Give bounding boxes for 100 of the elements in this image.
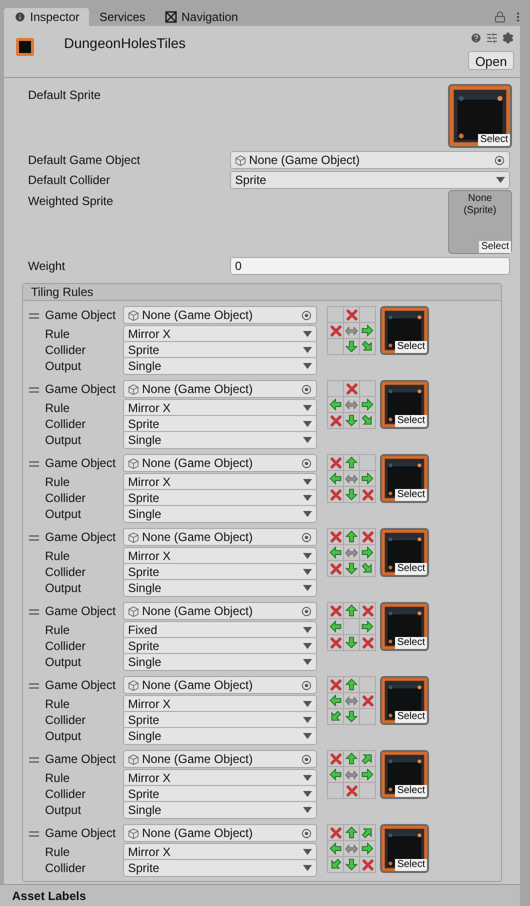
neighbor-cell[interactable] bbox=[360, 603, 376, 619]
neighbor-cell[interactable] bbox=[344, 619, 360, 635]
neighbor-cell[interactable] bbox=[344, 339, 360, 355]
open-button[interactable]: Open bbox=[468, 51, 514, 70]
neighbor-cell[interactable] bbox=[360, 561, 376, 577]
neighbor-cell[interactable] bbox=[328, 455, 344, 471]
neighbor-cell[interactable] bbox=[360, 397, 376, 413]
drag-handle-icon[interactable] bbox=[29, 313, 39, 319]
neighbor-cell[interactable] bbox=[328, 767, 344, 783]
neighbor-cell[interactable] bbox=[328, 323, 344, 339]
object-field[interactable]: None (Game Object) bbox=[123, 380, 317, 398]
neighbor-cell[interactable] bbox=[344, 307, 360, 323]
neighbor-cell[interactable] bbox=[360, 635, 376, 651]
object-field[interactable]: None (Game Object) bbox=[123, 824, 317, 842]
lock-icon[interactable] bbox=[494, 11, 506, 23]
drag-handle-icon[interactable] bbox=[29, 757, 39, 763]
neighbor-cell[interactable] bbox=[360, 619, 376, 635]
neighbor-cell[interactable] bbox=[328, 635, 344, 651]
object-field[interactable]: None (Game Object) bbox=[123, 306, 317, 324]
neighbor-cell[interactable] bbox=[328, 307, 344, 323]
neighbor-cell[interactable] bbox=[360, 751, 376, 767]
sprite-slot[interactable]: None (Sprite) Select bbox=[448, 190, 512, 254]
neighbor-cell[interactable] bbox=[328, 561, 344, 577]
select-button[interactable]: Select bbox=[395, 859, 427, 871]
dropdown[interactable]: Sprite bbox=[230, 171, 510, 189]
neighbor-cell[interactable] bbox=[328, 857, 344, 873]
dropdown[interactable]: Single bbox=[123, 653, 317, 671]
dropdown[interactable]: Single bbox=[123, 727, 317, 745]
target-icon[interactable] bbox=[301, 384, 312, 394]
sliders-icon[interactable] bbox=[486, 32, 498, 44]
dropdown[interactable]: Sprite bbox=[123, 859, 317, 877]
neighbor-cell[interactable] bbox=[344, 677, 360, 693]
neighbor-cell[interactable] bbox=[328, 413, 344, 429]
select-button[interactable]: Select bbox=[395, 489, 427, 501]
neighbor-cell[interactable] bbox=[344, 561, 360, 577]
tab[interactable]: Inspector bbox=[4, 8, 90, 26]
neighbor-cell[interactable] bbox=[328, 381, 344, 397]
select-button[interactable]: Select bbox=[395, 563, 427, 575]
object-field[interactable]: None (Game Object) bbox=[230, 151, 510, 169]
drag-handle-icon[interactable] bbox=[29, 831, 39, 837]
neighbor-cell[interactable] bbox=[360, 841, 376, 857]
neighbor-cell[interactable] bbox=[344, 693, 360, 709]
neighbor-cell[interactable] bbox=[344, 397, 360, 413]
neighbor-cell[interactable] bbox=[360, 381, 376, 397]
neighbor-cell[interactable] bbox=[344, 751, 360, 767]
neighbor-cell[interactable] bbox=[360, 487, 376, 503]
neighbor-cell[interactable] bbox=[328, 487, 344, 503]
dropdown[interactable]: Single bbox=[123, 801, 317, 819]
asset-labels-bar[interactable]: Asset Labels bbox=[0, 884, 520, 906]
select-button[interactable]: Select bbox=[395, 415, 427, 427]
neighbor-cell[interactable] bbox=[328, 397, 344, 413]
select-button[interactable]: Select bbox=[395, 785, 427, 797]
drag-handle-icon[interactable] bbox=[29, 609, 39, 615]
neighbor-cell[interactable] bbox=[360, 455, 376, 471]
neighbor-cell[interactable] bbox=[328, 693, 344, 709]
drag-handle-icon[interactable] bbox=[29, 461, 39, 467]
neighbor-cell[interactable] bbox=[328, 619, 344, 635]
dropdown[interactable]: Single bbox=[123, 579, 317, 597]
select-button[interactable]: Select bbox=[478, 134, 510, 146]
tab[interactable]: Services bbox=[89, 8, 156, 26]
object-field[interactable]: None (Game Object) bbox=[123, 750, 317, 768]
neighbor-cell[interactable] bbox=[328, 677, 344, 693]
neighbor-cell[interactable] bbox=[344, 471, 360, 487]
neighbor-cell[interactable] bbox=[344, 635, 360, 651]
target-icon[interactable] bbox=[301, 828, 312, 838]
neighbor-cell[interactable] bbox=[344, 413, 360, 429]
neighbor-cell[interactable] bbox=[328, 603, 344, 619]
drag-handle-icon[interactable] bbox=[29, 535, 39, 541]
neighbor-cell[interactable] bbox=[344, 841, 360, 857]
neighbor-cell[interactable] bbox=[360, 323, 376, 339]
neighbor-cell[interactable] bbox=[328, 751, 344, 767]
neighbor-cell[interactable] bbox=[344, 487, 360, 503]
object-field[interactable]: None (Game Object) bbox=[123, 528, 317, 546]
neighbor-cell[interactable] bbox=[328, 339, 344, 355]
object-field[interactable]: None (Game Object) bbox=[123, 602, 317, 620]
neighbor-cell[interactable] bbox=[344, 603, 360, 619]
neighbor-cell[interactable] bbox=[360, 677, 376, 693]
neighbor-cell[interactable] bbox=[344, 825, 360, 841]
neighbor-cell[interactable] bbox=[328, 529, 344, 545]
target-icon[interactable] bbox=[494, 154, 505, 166]
neighbor-cell[interactable] bbox=[344, 709, 360, 725]
neighbor-cell[interactable] bbox=[344, 529, 360, 545]
select-button[interactable]: Select bbox=[395, 341, 427, 353]
neighbor-cell[interactable] bbox=[328, 471, 344, 487]
neighbor-cell[interactable] bbox=[328, 545, 344, 561]
drag-handle-icon[interactable] bbox=[29, 683, 39, 689]
neighbor-cell[interactable] bbox=[360, 339, 376, 355]
target-icon[interactable] bbox=[301, 606, 312, 616]
dropdown[interactable]: Single bbox=[123, 505, 317, 523]
target-icon[interactable] bbox=[301, 754, 312, 764]
target-icon[interactable] bbox=[301, 532, 312, 542]
neighbor-cell[interactable] bbox=[328, 841, 344, 857]
object-field[interactable]: None (Game Object) bbox=[123, 454, 317, 472]
neighbor-cell[interactable] bbox=[344, 857, 360, 873]
target-icon[interactable] bbox=[301, 458, 312, 468]
neighbor-cell[interactable] bbox=[344, 783, 360, 799]
object-field[interactable]: None (Game Object) bbox=[123, 676, 317, 694]
neighbor-cell[interactable] bbox=[328, 783, 344, 799]
target-icon[interactable] bbox=[301, 680, 312, 690]
neighbor-cell[interactable] bbox=[360, 783, 376, 799]
